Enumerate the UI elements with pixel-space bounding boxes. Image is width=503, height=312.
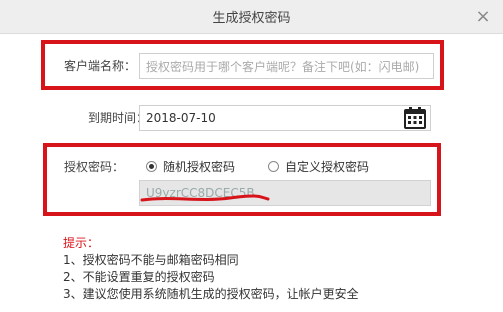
- tip-item: 2、不能设置重复的授权密码: [63, 270, 215, 284]
- auth-password-label: 授权密码：: [64, 160, 125, 174]
- redaction-scribble: [140, 194, 270, 202]
- radio-random-label: 随机授权密码: [163, 160, 236, 174]
- radio-custom-dot[interactable]: [268, 161, 279, 172]
- close-icon[interactable]: ×: [473, 6, 493, 27]
- dialog-title: 生成授权密码: [212, 11, 291, 26]
- radio-custom-password[interactable]: 自定义授权密码: [268, 158, 369, 175]
- dialog-titlebar: 生成授权密码 ×: [0, 0, 503, 34]
- expiry-date-value: 2018-07-10: [146, 111, 216, 125]
- tip-item: 3、建议您使用系统随机生成的授权密码，让帐户更安全: [63, 287, 359, 301]
- tips-title: 提示：: [63, 236, 100, 250]
- calendar-icon[interactable]: [404, 107, 426, 129]
- expiry-date-input[interactable]: 2018-07-10: [139, 105, 431, 131]
- radio-random-dot[interactable]: [146, 161, 157, 172]
- client-name-input[interactable]: 授权密码用于哪个客户端呢？备注下吧(如：闪电邮): [139, 53, 434, 79]
- tip-item: 1、授权密码不能与邮箱密码相同: [63, 253, 239, 267]
- client-name-placeholder: 授权密码用于哪个客户端呢？备注下吧(如：闪电邮): [146, 59, 420, 74]
- client-name-label: 客户端名称：: [64, 59, 137, 73]
- radio-custom-label: 自定义授权密码: [285, 160, 370, 174]
- radio-random-password[interactable]: 随机授权密码: [146, 158, 235, 175]
